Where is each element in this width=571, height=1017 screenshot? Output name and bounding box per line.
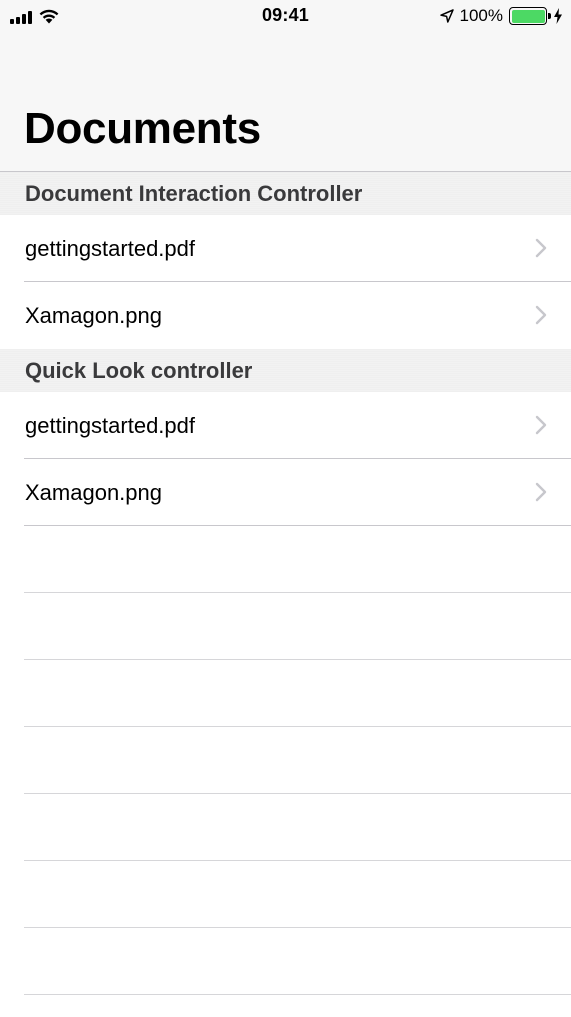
row-section2-xamagon-png[interactable]: Xamagon.png xyxy=(0,459,571,526)
row-label: gettingstarted.pdf xyxy=(25,235,196,261)
location-icon xyxy=(439,9,454,23)
battery-icon xyxy=(509,7,551,25)
section-header-document-interaction: Document Interaction Controller xyxy=(0,172,571,215)
documents-table: Document Interaction Controller gettings… xyxy=(0,172,571,995)
chevron-right-icon xyxy=(535,305,547,325)
empty-row xyxy=(0,593,571,660)
documents-screen: 09:41 100% Documents Document Interactio… xyxy=(0,0,571,1017)
row-label: Xamagon.png xyxy=(25,479,162,505)
row-section2-gettingstarted-pdf[interactable]: gettingstarted.pdf xyxy=(0,392,571,459)
row-section1-xamagon-png[interactable]: Xamagon.png xyxy=(0,282,571,349)
status-bar-right: 100% xyxy=(439,6,563,26)
empty-row xyxy=(0,928,571,995)
row-label: Xamagon.png xyxy=(25,302,162,328)
chevron-right-icon xyxy=(535,415,547,435)
battery-level-fill xyxy=(511,9,545,23)
empty-row xyxy=(0,794,571,861)
row-label: gettingstarted.pdf xyxy=(25,412,196,438)
status-bar: 09:41 100% xyxy=(0,0,571,32)
battery-percent: 100% xyxy=(459,6,503,25)
section-header-quick-look: Quick Look controller xyxy=(0,349,571,392)
row-section1-gettingstarted-pdf[interactable]: gettingstarted.pdf xyxy=(0,215,571,282)
chevron-right-icon xyxy=(535,238,547,258)
page-title: Documents xyxy=(24,104,261,153)
empty-row xyxy=(0,861,571,928)
empty-row xyxy=(0,526,571,593)
navigation-bar: 09:41 100% Documents xyxy=(0,0,571,172)
charging-bolt-icon xyxy=(554,8,562,24)
empty-row xyxy=(0,727,571,794)
chevron-right-icon xyxy=(535,482,547,502)
empty-row xyxy=(0,660,571,727)
